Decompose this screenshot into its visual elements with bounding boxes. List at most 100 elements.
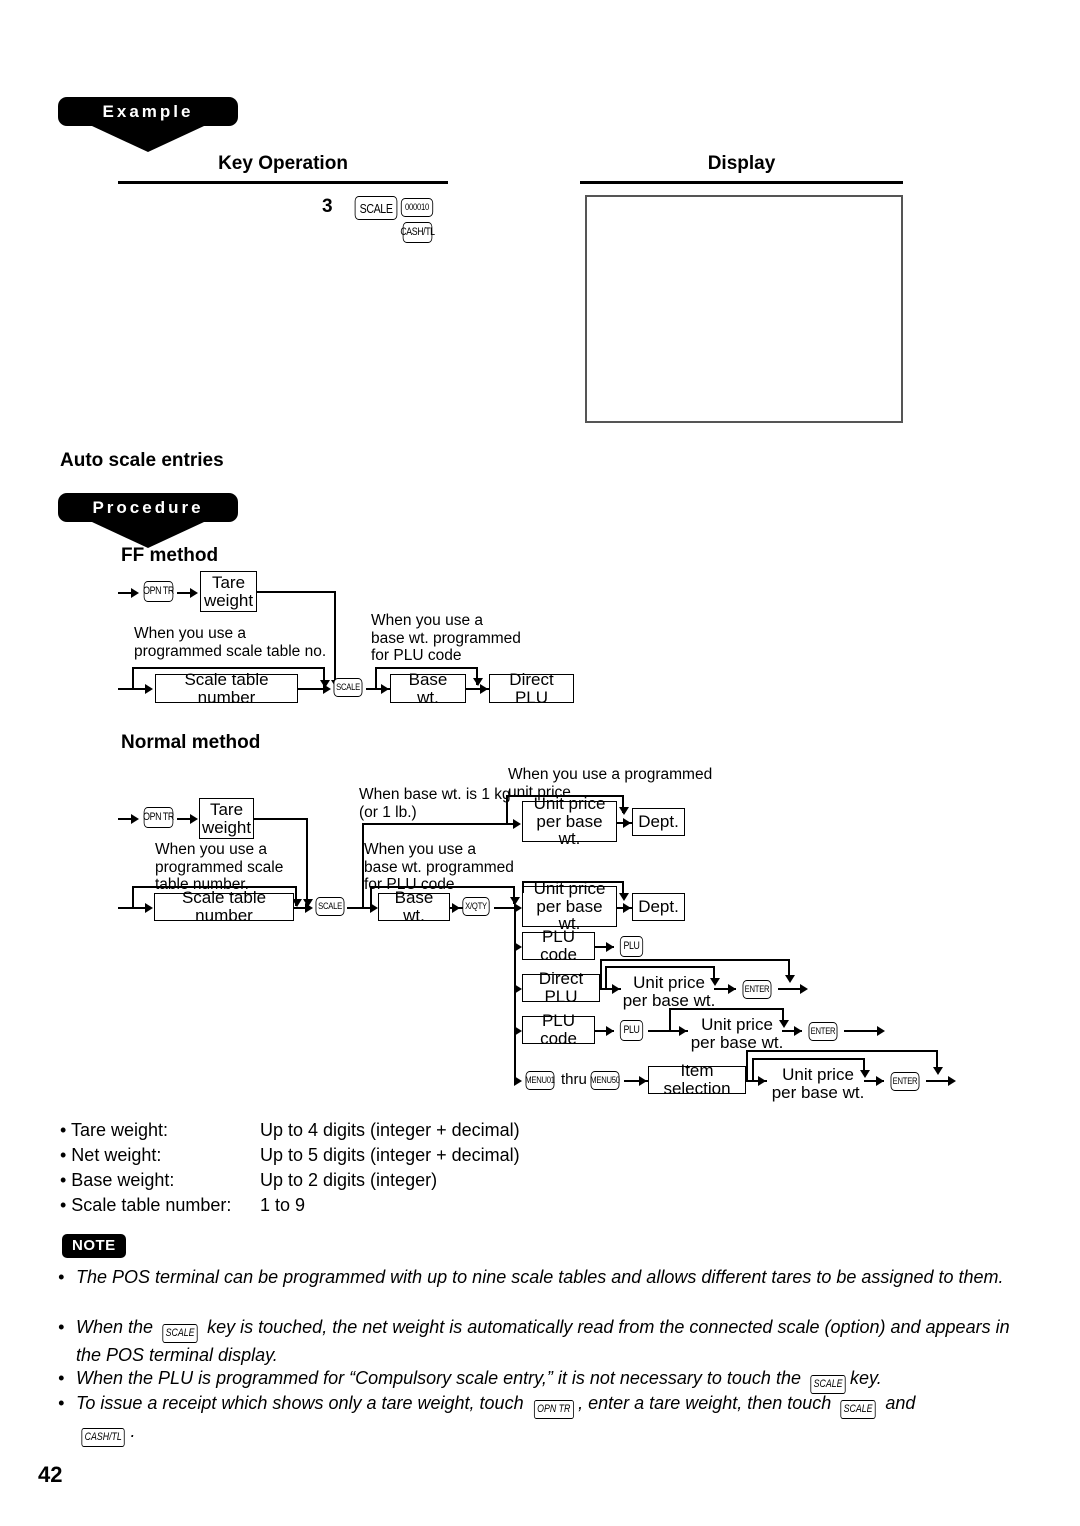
nm-key-xqty[interactable]: X/QTY: [460, 896, 492, 916]
ff-box-tare-weight-l2: weight: [203, 590, 254, 610]
nm-dbridge2-left-v: [600, 959, 602, 988]
nm-key-menu01-label: MENU01: [525, 1071, 555, 1090]
key-000010[interactable]: 000010: [398, 197, 436, 217]
ff-key-opntr[interactable]: OPN TR: [140, 581, 177, 602]
nm-key-plu-1[interactable]: PLU: [617, 936, 646, 957]
note-key-opntr[interactable]: OPN TR: [533, 1400, 574, 1419]
nm-line-tare-out: [253, 818, 308, 820]
nm-key-menu50[interactable]: MENU50: [588, 1070, 622, 1090]
note-tag: NOTE: [62, 1234, 126, 1258]
nm-upbypass-2-h: [522, 881, 624, 883]
manual-page: Example Key Operation Display 3 SCALE 00…: [0, 0, 1080, 1526]
example-tag-label: Example: [58, 97, 238, 126]
nm-ebridge-h: [669, 1008, 784, 1010]
nm-key-plu-2[interactable]: PLU: [617, 1020, 646, 1041]
note-bullet: •: [58, 1393, 65, 1413]
ff-line-tare-down: [334, 591, 336, 687]
note-item-3-text: When the PLU is programmed for “Compulso…: [76, 1366, 1023, 1394]
ff-key-scale[interactable]: SCALE: [331, 677, 365, 697]
key-000010-label: 000010: [400, 198, 434, 217]
nm-dbridge-left-v: [605, 966, 607, 988]
nm-key-enter-d[interactable]: ENTER: [740, 979, 774, 999]
nm-line-tare-down: [306, 818, 308, 906]
nm-upbypass-top-h: [506, 795, 624, 797]
ff-method-title: FF method: [121, 545, 219, 566]
ff-arrow-2: [323, 684, 331, 694]
ff-box-tare-weight: Tare weight: [200, 571, 257, 612]
nm-key-scale[interactable]: SCALE: [313, 896, 347, 916]
nm-box-scale-table-number: Scale table number: [154, 889, 294, 924]
nm-upbypass-top-arrow: [619, 807, 629, 815]
spec-row: • Scale table number: 1 to 9: [60, 1195, 600, 1216]
note-item-3-seg-2: key.: [850, 1368, 882, 1388]
nm-key-enter-e-label: ENTER: [808, 1022, 838, 1041]
nm-box-plu-code-2: PLU code: [522, 1012, 595, 1047]
nm-box-tare-weight: Tare weight: [199, 798, 254, 839]
nm-box-unit-price-top: Unit price per base wt.: [522, 795, 617, 848]
ff-rbypass-h: [375, 667, 478, 669]
ff-caption-scale-table: When you use a programmed scale table no…: [134, 625, 327, 660]
nm-label-unit-price-e: Unit price per base wt.: [690, 1016, 784, 1051]
ff-line-2: [297, 688, 326, 690]
ff-key-scale-label: SCALE: [333, 678, 363, 697]
nm-box-dept-2: Dept.: [632, 893, 685, 921]
nm-arrow-11: [800, 984, 808, 994]
nm-arrow-f: [514, 1076, 522, 1086]
nm-dbridge2-h: [600, 959, 790, 961]
nm-box-tare-weight-l2: weight: [201, 817, 252, 837]
nm-key-xqty-label: X/QTY: [462, 897, 490, 916]
note-key-scale-1[interactable]: SCALE: [162, 1324, 198, 1343]
nm-key-menu01[interactable]: MENU01: [523, 1070, 557, 1090]
nm-key-enter-f[interactable]: ENTER: [888, 1071, 922, 1091]
nm-arrow-c: [514, 942, 522, 952]
nm-fbridge2-arrow: [933, 1067, 943, 1075]
nm-upbypass-top-left-v: [506, 795, 508, 823]
ff-bypass-left-v: [132, 667, 134, 689]
ff-rbypass-arrow: [473, 678, 483, 686]
example-tag-tip: [92, 126, 204, 152]
note-item-4-seg-3: and: [880, 1393, 916, 1413]
nm-fbridge-left-v: [752, 1058, 754, 1080]
nm-arrow-13: [679, 1026, 687, 1036]
nm-arrow-15: [877, 1026, 885, 1036]
key-operation-heading: Key Operation: [218, 153, 348, 174]
ff-box-base-wt: Base wt.: [390, 670, 466, 706]
nm-thru-text: thru: [561, 1071, 587, 1088]
ff-lead-arrow: [131, 588, 139, 598]
note-bullet: •: [58, 1267, 65, 1287]
note-key-cashtl[interactable]: CASH/TL: [81, 1428, 126, 1447]
nm-dbridge2-arrow: [785, 975, 795, 983]
nm-key-enter-d-label: ENTER: [742, 980, 772, 999]
nm-key-opntr[interactable]: OPN TR: [140, 807, 177, 828]
note-key-scale-3[interactable]: SCALE: [840, 1400, 876, 1419]
note-bullet: •: [58, 1317, 65, 1337]
nm-box-plu-code-1: PLU code: [522, 928, 595, 963]
nm-box-tare-weight-l1: Tare: [209, 799, 244, 819]
ff-box-scale-table-number: Scale table number: [155, 670, 298, 706]
note-item-4-seg-2: , enter a tare weight, then touch: [578, 1393, 837, 1413]
nm-fbridge2-h: [746, 1050, 938, 1052]
spec-value-0: Up to 4 digits (integer + decimal): [260, 1120, 520, 1140]
nm-label-unit-price-d-l1: Unit price: [633, 973, 705, 992]
spec-row: • Net weight: Up to 5 digits (integer + …: [60, 1145, 600, 1166]
nm-branch-1kg-arrow: [513, 819, 521, 829]
note-item-4-seg-1: To issue a receipt which shows only a ta…: [76, 1393, 529, 1413]
ff-rbypass-left-v: [375, 667, 377, 689]
note-item-3-seg-1: When the PLU is programmed for “Compulso…: [76, 1368, 806, 1388]
nm-arrow-2: [305, 903, 313, 913]
note-item-4: • To issue a receipt which shows only a …: [58, 1391, 1023, 1447]
key-operation-rule: [118, 181, 448, 184]
spec-row: • Base weight: Up to 2 digits (integer): [60, 1170, 600, 1191]
nm-key-enter-e[interactable]: ENTER: [806, 1021, 840, 1041]
nm-key-plu-1-label: PLU: [619, 936, 644, 957]
nm-ebridge-arrow: [779, 1020, 789, 1028]
nm-key-opntr-label: OPN TR: [143, 807, 174, 828]
nm-label-unit-price-f-l1: Unit price: [782, 1065, 854, 1084]
nm-distributor-bus: [514, 907, 516, 1082]
key-cashtl[interactable]: CASH/TL: [399, 222, 436, 243]
nm-upbypass-2-arrow: [619, 893, 629, 901]
nm-arrow-1: [190, 814, 198, 824]
ff-bypass-h: [132, 667, 325, 669]
nm-box-dept-top: Dept.: [632, 808, 685, 836]
key-scale[interactable]: SCALE: [350, 196, 402, 220]
